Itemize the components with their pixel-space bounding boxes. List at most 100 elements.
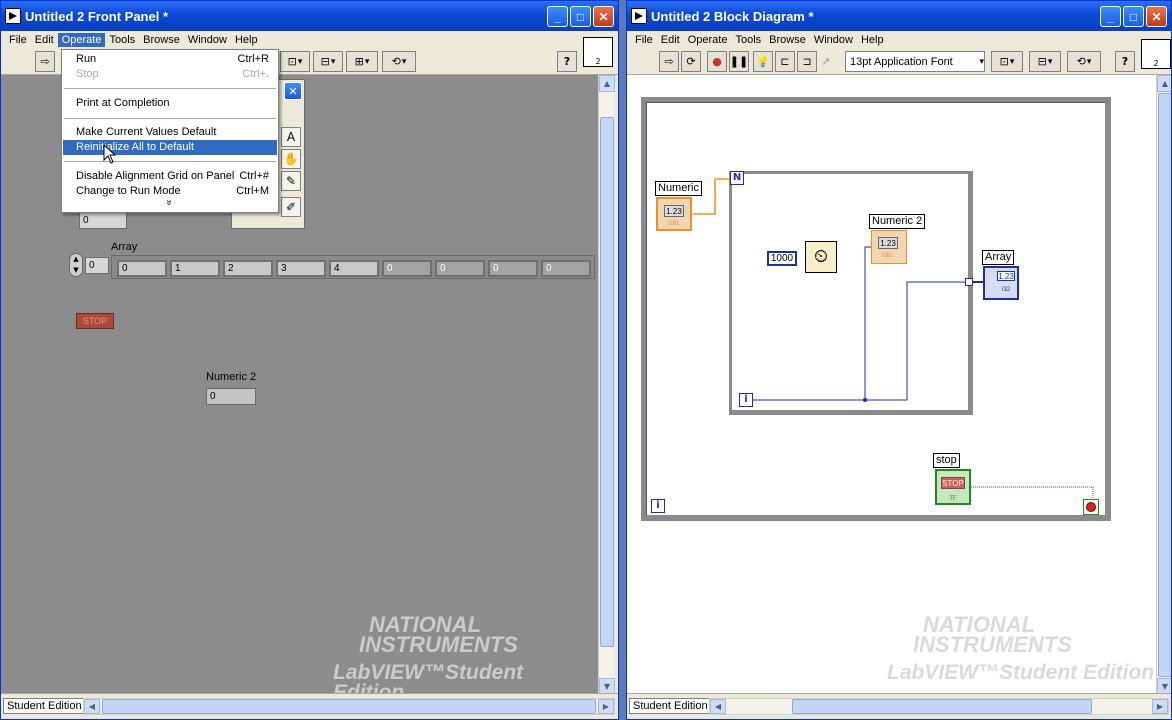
menu-edit[interactable]: Edit bbox=[657, 33, 684, 47]
align-button[interactable]: ⊡ bbox=[991, 51, 1023, 72]
menu-item-print-at-completion[interactable]: Print at Completion bbox=[63, 96, 277, 111]
menu-item-run-mode-shortcut: Ctrl+M bbox=[236, 185, 269, 197]
front-panel-hscroll[interactable]: ◀ ▶ bbox=[83, 698, 615, 715]
color-picker-icon[interactable]: ✎ bbox=[281, 171, 301, 191]
distribute-button[interactable]: ⊡ bbox=[280, 51, 310, 72]
help-button[interactable]: ? bbox=[1115, 51, 1135, 72]
menu-browse[interactable]: Browse bbox=[139, 33, 184, 47]
wait-ms-icon[interactable]: ⏲ bbox=[805, 241, 837, 273]
menu-operate[interactable]: Operate bbox=[57, 33, 106, 47]
vi-icon[interactable]: 2 bbox=[1141, 39, 1171, 69]
numeric-control[interactable]: 0 bbox=[79, 212, 127, 229]
array-terminal-value: 1.23 bbox=[997, 271, 1015, 281]
block-diagram-titlebar[interactable]: Untitled 2 Block Diagram * _ □ ✕ bbox=[627, 1, 1171, 31]
scroll-thumb[interactable] bbox=[600, 117, 614, 647]
menu-edit[interactable]: Edit bbox=[31, 33, 58, 47]
distribute-button[interactable]: ⊟ bbox=[1029, 51, 1061, 72]
watermark-line2: INSTRUMENTS bbox=[913, 632, 1072, 657]
array-element[interactable]: 3 bbox=[276, 260, 326, 277]
stop-button[interactable]: STOP bbox=[76, 313, 114, 329]
highlight-execution-button[interactable]: 💡 bbox=[753, 51, 773, 72]
minimize-button[interactable]: _ bbox=[547, 6, 568, 27]
run-arrow-button[interactable]: ⇨ bbox=[35, 51, 55, 72]
menu-item-reinitialize[interactable]: Reinitialize All to Default bbox=[63, 140, 277, 155]
scroll-right-button[interactable]: ▶ bbox=[1152, 699, 1168, 714]
block-diagram-hscroll[interactable]: ◀ ▶ bbox=[709, 698, 1169, 715]
abort-button[interactable]: ● bbox=[707, 51, 727, 72]
reorder-button[interactable]: ⟲ bbox=[1067, 51, 1101, 72]
retain-wire-values-button[interactable]: ⊏ bbox=[775, 51, 795, 72]
font-select[interactable]: 13pt Application Font bbox=[845, 51, 985, 72]
menu-file[interactable]: File bbox=[631, 33, 657, 47]
array-indicator-terminal[interactable]: 1.23 I32 bbox=[983, 266, 1019, 300]
palette-close-button[interactable]: ✕ bbox=[284, 82, 302, 100]
array-index-input[interactable]: 0 bbox=[85, 257, 109, 274]
front-panel-titlebar[interactable]: Untitled 2 Front Panel * _ □ ✕ bbox=[1, 1, 618, 31]
menu-item-make-default[interactable]: Make Current Values Default bbox=[63, 125, 277, 140]
menu-file[interactable]: File bbox=[5, 33, 31, 47]
menu-tools[interactable]: Tools bbox=[105, 33, 139, 47]
array-element-empty[interactable]: 0 bbox=[435, 260, 485, 277]
block-diagram-title: Untitled 2 Block Diagram * bbox=[651, 8, 814, 24]
step-into-button[interactable]: ⊐ bbox=[797, 51, 817, 72]
menu-item-run-mode[interactable]: Change to Run Mode Ctrl+M bbox=[63, 184, 277, 199]
hscroll-thumb[interactable] bbox=[102, 699, 596, 714]
close-button[interactable]: ✕ bbox=[1146, 6, 1167, 27]
scroll-left-button[interactable]: ◀ bbox=[84, 699, 100, 714]
while-loop-index-terminal[interactable]: i bbox=[651, 499, 665, 513]
array-element[interactable]: 0 bbox=[117, 260, 167, 277]
maximize-button[interactable]: □ bbox=[570, 6, 591, 27]
numeric-terminal-label: Numeric bbox=[655, 181, 702, 196]
scroll-up-button[interactable]: ▲ bbox=[599, 75, 615, 92]
run-continuously-button[interactable]: ⟳ bbox=[681, 51, 701, 72]
array-element[interactable]: 2 bbox=[223, 260, 273, 277]
scroll-left-button[interactable]: ◀ bbox=[710, 699, 726, 714]
scroll-right-button[interactable]: ▶ bbox=[598, 699, 614, 714]
wait-constant[interactable]: 1000 bbox=[767, 251, 797, 266]
vi-icon[interactable]: 2 bbox=[583, 37, 613, 67]
menu-window[interactable]: Window bbox=[184, 33, 231, 47]
menu-help[interactable]: Help bbox=[857, 33, 888, 47]
close-button[interactable]: ✕ bbox=[593, 6, 614, 27]
align-button[interactable]: ⊟ bbox=[313, 51, 343, 72]
numeric-control-terminal[interactable]: 1.23 DBL bbox=[656, 197, 692, 231]
loop-condition-icon[interactable] bbox=[1083, 499, 1099, 515]
help-button[interactable]: ? bbox=[557, 51, 577, 72]
menu-operate[interactable]: Operate bbox=[684, 33, 732, 47]
menu-browse[interactable]: Browse bbox=[765, 33, 810, 47]
maximize-button[interactable]: □ bbox=[1123, 6, 1144, 27]
reorder-button[interactable]: ⟲ bbox=[382, 51, 416, 72]
resize-button[interactable]: ⊞ bbox=[346, 51, 378, 72]
array-index-stepper[interactable]: ▲ ▼ bbox=[69, 253, 83, 277]
array-element-empty[interactable]: 0 bbox=[541, 260, 591, 277]
brush-tool-icon[interactable]: ✐ bbox=[281, 197, 301, 217]
array-element[interactable]: 4 bbox=[329, 260, 379, 277]
pause-button[interactable]: ❚❚ bbox=[729, 51, 749, 72]
scroll-thumb[interactable] bbox=[1158, 93, 1171, 677]
run-arrow-button[interactable]: ⇨ bbox=[659, 51, 679, 72]
block-diagram-vscroll[interactable]: ▲ ▼ bbox=[1156, 75, 1171, 695]
menu-expand-chevron[interactable]: » bbox=[163, 200, 174, 206]
scroll-up-button[interactable]: ▲ bbox=[1157, 75, 1171, 92]
menu-item-disable-grid[interactable]: Disable Alignment Grid on Panel Ctrl+# bbox=[63, 169, 277, 184]
array-element[interactable]: 1 bbox=[170, 260, 220, 277]
numeric2-indicator-terminal[interactable]: 1.23 DBL bbox=[871, 230, 907, 264]
step-over-icon: ↗ bbox=[821, 55, 831, 68]
menu-window[interactable]: Window bbox=[810, 33, 857, 47]
block-diagram-canvas[interactable]: N i Numeric 1.23 DBL 1000 ⏲ Numeric 2 1.… bbox=[627, 75, 1156, 695]
array-tunnel[interactable] bbox=[965, 278, 973, 286]
minimize-button[interactable]: _ bbox=[1100, 6, 1121, 27]
numeric-terminal-value: 1.23 bbox=[664, 205, 684, 217]
menu-separator bbox=[64, 88, 276, 89]
array-element-empty[interactable]: 0 bbox=[488, 260, 538, 277]
stop-control-terminal[interactable]: STOP TF bbox=[935, 469, 971, 505]
menu-item-run[interactable]: Run Ctrl+R bbox=[63, 52, 277, 67]
menu-item-stop[interactable]: Stop Ctrl+. bbox=[63, 67, 277, 82]
array-element-empty[interactable]: 0 bbox=[382, 260, 432, 277]
hscroll-thumb[interactable] bbox=[792, 699, 1092, 714]
menu-tools[interactable]: Tools bbox=[731, 33, 765, 47]
hand-tool-icon[interactable]: ✋ bbox=[281, 149, 301, 169]
text-tool-icon[interactable]: A bbox=[281, 127, 301, 147]
menu-help[interactable]: Help bbox=[231, 33, 262, 47]
front-panel-vscroll[interactable]: ▲ ▼ bbox=[598, 75, 615, 695]
